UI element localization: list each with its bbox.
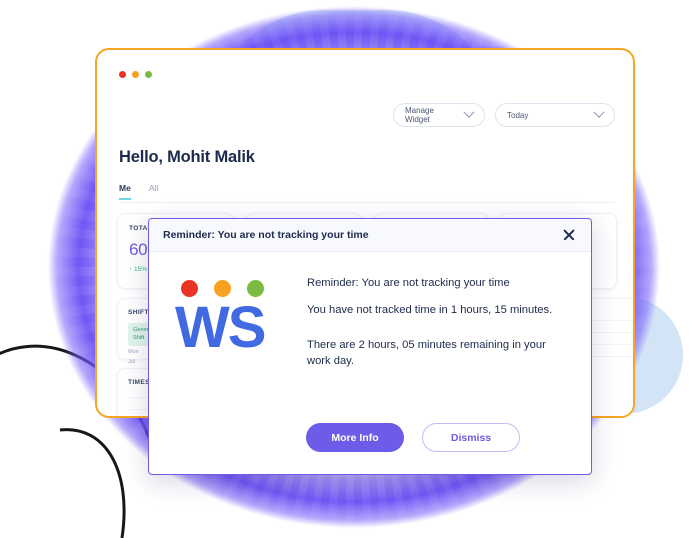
date-range-label: Today xyxy=(507,110,529,120)
logo-wordmark: WS xyxy=(175,295,266,360)
page-title: Hello, Mohit Malik xyxy=(119,148,255,166)
brand-logo: WS xyxy=(175,274,283,381)
date-range-dropdown[interactable]: Today xyxy=(495,103,615,127)
dialog-header: Reminder: You are not tracking your time xyxy=(149,219,591,252)
chevron-down-icon xyxy=(593,106,605,118)
manage-widget-label: Manage Widget xyxy=(405,106,434,124)
dialog-title: Reminder: You are not tracking your time xyxy=(163,229,369,241)
dialog-body-line-1: You have not tracked time in 1 hours, 15… xyxy=(307,303,553,316)
tab-me[interactable]: Me xyxy=(119,183,131,200)
dismiss-button[interactable]: Dismiss xyxy=(422,423,520,452)
window-traffic-lights xyxy=(119,71,152,78)
more-info-button[interactable]: More Info xyxy=(306,423,404,452)
dialog-heading: Reminder: You are not tracking your time xyxy=(307,277,510,289)
tab-all[interactable]: All xyxy=(149,183,158,200)
manage-widget-dropdown[interactable]: Manage Widget xyxy=(393,103,485,127)
dialog-actions: More Info Dismiss xyxy=(149,423,591,452)
dialog-body: WS Reminder: You are not tracking your t… xyxy=(149,252,591,381)
reminder-dialog: Reminder: You are not tracking your time… xyxy=(148,218,592,475)
window-minimize-dot[interactable] xyxy=(132,71,139,78)
window-close-dot[interactable] xyxy=(119,71,126,78)
tab-bar: Me All xyxy=(119,183,158,200)
window-maximize-dot[interactable] xyxy=(145,71,152,78)
header-divider xyxy=(119,202,615,203)
header-controls: Manage Widget Today xyxy=(393,103,615,127)
dialog-body-line-2: There are 2 hours, 05 minutes remaining … xyxy=(307,338,546,367)
close-icon[interactable] xyxy=(560,226,578,244)
chevron-down-icon xyxy=(463,106,475,118)
dialog-message: Reminder: You are not tracking your time… xyxy=(307,274,569,381)
